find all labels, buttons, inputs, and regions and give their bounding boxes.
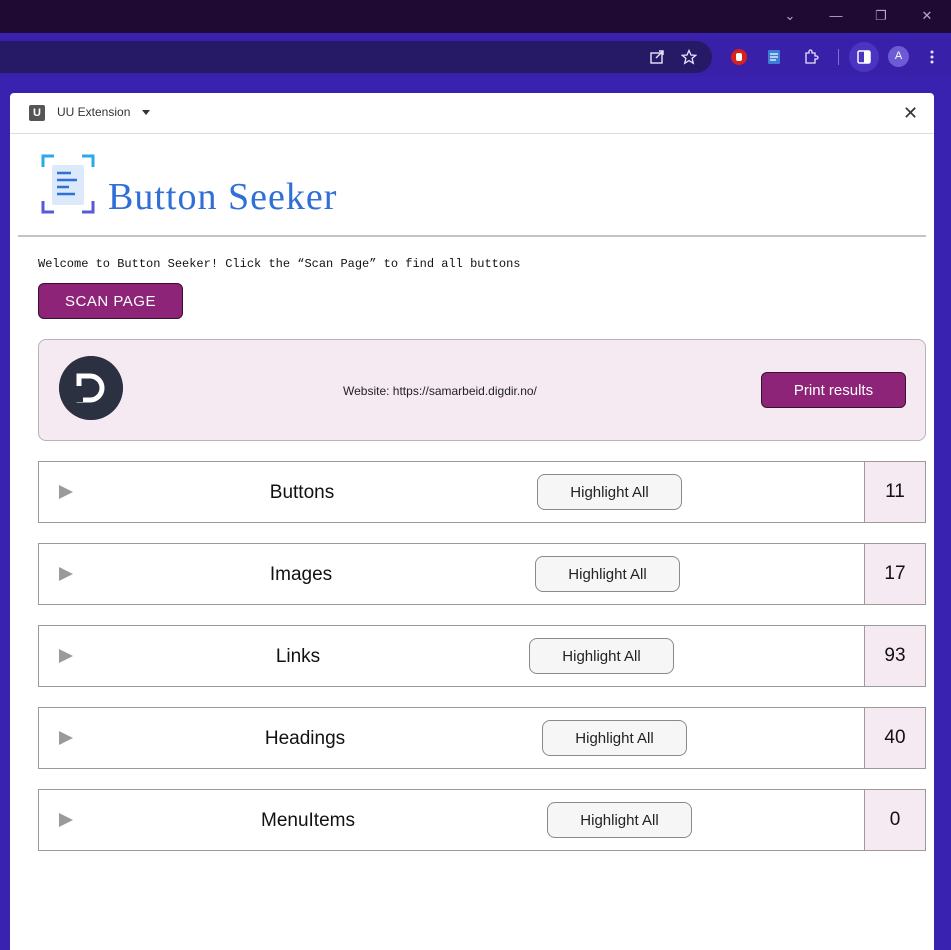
category-row-headings[interactable]: Headings Highlight All 40 (38, 707, 926, 769)
side-panel: U UU Extension ✕ Button Seeker Welcome t… (10, 93, 934, 950)
adblock-extension-icon[interactable] (729, 47, 749, 67)
category-row-menuitems[interactable]: MenuItems Highlight All 0 (38, 789, 926, 851)
minimize-icon[interactable]: — (825, 6, 847, 26)
highlight-all-button[interactable]: Highlight All (537, 474, 682, 510)
browser-toolbar: A (0, 38, 951, 76)
expand-arrow-icon[interactable] (59, 731, 73, 745)
more-menu-icon[interactable] (922, 47, 942, 67)
highlight-all-button[interactable]: Highlight All (529, 638, 674, 674)
app-title: Button Seeker (108, 176, 338, 218)
category-count: 40 (864, 707, 926, 769)
document-extension-icon[interactable] (764, 47, 784, 67)
expand-arrow-icon[interactable] (59, 649, 73, 663)
category-label: Images (269, 564, 333, 585)
category-count: 0 (864, 789, 926, 851)
extension-icon: U (29, 105, 45, 121)
expand-arrow-icon[interactable] (59, 813, 73, 827)
highlight-all-button[interactable]: Highlight All (535, 556, 680, 592)
category-row-images[interactable]: Images Highlight All 17 (38, 543, 926, 605)
highlight-all-button[interactable]: Highlight All (542, 720, 687, 756)
expand-arrow-icon[interactable] (59, 567, 73, 581)
side-panel-header: U UU Extension ✕ (10, 93, 934, 134)
site-logo-icon (59, 356, 123, 420)
scan-document-logo-icon (41, 154, 95, 214)
website-url: Website: https://samarbeid.digdir.no/ (343, 384, 537, 398)
category-count: 17 (864, 543, 926, 605)
side-panel-icon[interactable] (849, 42, 879, 72)
category-row-links[interactable]: Links Highlight All 93 (38, 625, 926, 687)
close-window-icon[interactable]: ✕ (916, 6, 938, 26)
address-bar[interactable] (0, 41, 712, 73)
extensions-puzzle-icon[interactable] (801, 47, 821, 67)
extension-name[interactable]: UU Extension (57, 105, 130, 119)
welcome-text: Welcome to Button Seeker! Click the “Sca… (38, 257, 521, 271)
scan-page-button[interactable]: SCAN PAGE (38, 283, 183, 319)
window-titlebar: ⌄ — ❐ ✕ (0, 0, 951, 33)
tab-search-icon[interactable]: ⌄ (779, 6, 801, 26)
extension-dropdown-caret-icon[interactable] (142, 110, 150, 115)
highlight-all-button[interactable]: Highlight All (547, 802, 692, 838)
category-label: Buttons (269, 482, 335, 503)
restore-icon[interactable]: ❐ (870, 6, 892, 26)
expand-arrow-icon[interactable] (59, 485, 73, 499)
divider (18, 235, 926, 237)
category-label: MenuItems (261, 810, 355, 831)
profile-avatar[interactable]: A (888, 46, 909, 67)
category-label: Links (275, 646, 321, 667)
toolbar-separator (838, 49, 839, 65)
category-label: Headings (264, 728, 346, 749)
close-panel-button[interactable]: ✕ (903, 103, 918, 123)
share-icon[interactable] (647, 47, 667, 67)
category-count: 11 (864, 461, 926, 523)
bookmark-star-icon[interactable] (679, 47, 699, 67)
category-row-buttons[interactable]: Buttons Highlight All 11 (38, 461, 926, 523)
category-count: 93 (864, 625, 926, 687)
print-results-button[interactable]: Print results (761, 372, 906, 408)
website-info-card: Website: https://samarbeid.digdir.no/ Pr… (38, 339, 926, 441)
